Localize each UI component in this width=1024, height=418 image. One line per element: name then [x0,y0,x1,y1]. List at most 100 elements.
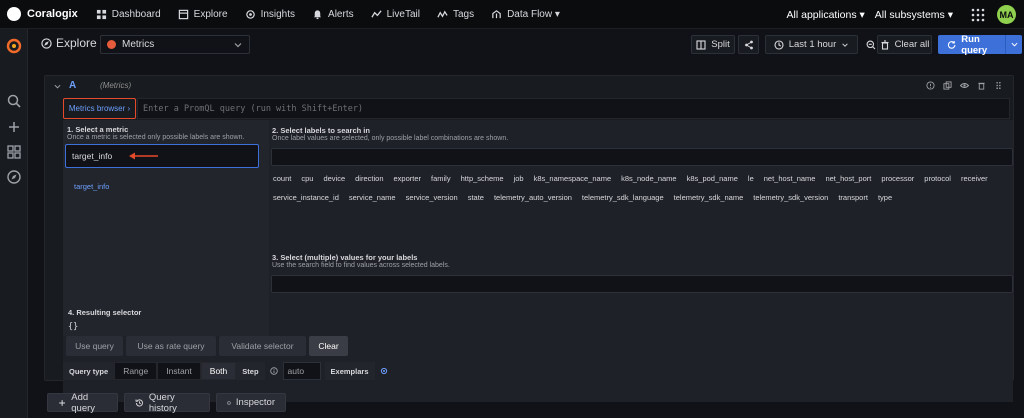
metric-column: 1. Select a metric Once a metric is sele… [63,120,269,336]
query-letter[interactable]: A [69,80,76,91]
drag-handle-icon[interactable] [994,81,1003,90]
chevron-down-icon[interactable] [54,83,61,90]
split-label: Split [711,39,730,50]
query-type-both[interactable]: Both [200,362,237,380]
label-chip[interactable]: telemetry_sdk_language [582,193,664,202]
nav-item-dashboard[interactable]: Dashboard [96,9,161,20]
labels-title: 2. Select labels to search in [272,126,370,135]
label-chip[interactable]: k8s_node_name [621,174,676,183]
datasource-icon [107,40,116,49]
query-history-button[interactable]: Query history [124,392,210,414]
label-chip[interactable]: direction [355,174,383,183]
label-chip[interactable]: processor [881,174,914,183]
split-button[interactable]: Split [691,35,735,54]
plus-icon[interactable] [6,119,22,135]
run-query-dropdown[interactable] [1005,35,1022,54]
datasource-picker[interactable]: Metrics [100,35,250,54]
label-chip[interactable]: telemetry_sdk_name [674,193,744,202]
help-icon[interactable] [926,81,935,90]
label-chip[interactable]: count [273,174,291,183]
labels-search-input[interactable] [271,148,1013,166]
use-rate-query-button[interactable]: Use as rate query [126,336,216,356]
label-chip[interactable]: service_instance_id [273,193,339,202]
label-chip[interactable]: k8s_namespace_name [534,174,612,183]
metric-list-item[interactable]: target_info [74,182,109,191]
label-chip[interactable]: exporter [394,174,422,183]
info-icon [227,400,231,405]
clear-button[interactable]: Clear [309,336,348,356]
dashboards-icon[interactable] [6,144,22,160]
label-chip[interactable]: protocol [924,174,951,183]
browser-actions: Use query Use as rate query Validate sel… [66,336,348,356]
eye-icon[interactable] [960,81,969,90]
trash-icon[interactable] [977,81,986,90]
label-chip[interactable]: net_host_name [764,174,816,183]
label-chip[interactable]: service_name [349,193,396,202]
time-range-picker[interactable]: Last 1 hour [765,35,858,54]
page-title: Explore [56,36,97,50]
grafana-logo-icon[interactable] [6,38,22,54]
label-chip[interactable]: device [323,174,345,183]
label-chip[interactable]: receiver [961,174,988,183]
applications-selector[interactable]: All applications ▾ [787,9,865,21]
compass-icon[interactable] [6,169,22,185]
label-chip[interactable]: telemetry_sdk_version [753,193,828,202]
copy-icon[interactable] [943,81,952,90]
arrow-left-icon [129,152,158,160]
subsystems-selector[interactable]: All subsystems ▾ [875,9,953,21]
info-icon[interactable] [265,362,283,380]
share-button[interactable] [738,35,759,54]
bell-icon [313,9,322,19]
label-chip[interactable]: family [431,174,451,183]
label-chip[interactable]: service_version [406,193,458,202]
nav-item-explore[interactable]: Explore [178,9,228,20]
use-query-button[interactable]: Use query [66,336,123,356]
refresh-icon [947,40,956,49]
query-type-instant[interactable]: Instant [157,362,201,380]
label-chip[interactable]: transport [838,193,868,202]
label-chip[interactable]: net_host_port [825,174,871,183]
label-chip[interactable]: http_scheme [461,174,504,183]
apps-grid-icon[interactable] [971,8,985,22]
brand[interactable]: Coralogix [7,7,78,21]
search-icon[interactable] [6,93,22,109]
nav-item-alerts[interactable]: Alerts [312,9,354,20]
label-chip[interactable]: telemetry_auto_version [494,193,572,202]
label-chip[interactable]: state [468,193,484,202]
promql-query-input[interactable]: Enter a PromQL query (run with Shift+Ent… [137,98,1010,119]
brand-name: Coralogix [27,8,78,20]
nav-item-insights[interactable]: Insights [245,9,295,20]
label-chip[interactable]: le [748,174,754,183]
values-title: 3. Select (multiple) values for your lab… [272,253,418,262]
nav-item-label: LiveTail [386,8,420,20]
metric-search-input[interactable]: target_info [65,144,259,168]
validate-selector-button[interactable]: Validate selector [219,336,306,356]
resulting-selector-title: 4. Resulting selector [68,308,142,317]
inspector-button[interactable]: Inspector [216,393,286,412]
add-query-button[interactable]: Add query [47,392,118,414]
explore-icon [41,38,52,49]
label-chip[interactable]: job [514,174,524,183]
run-query-button[interactable]: Run query [938,33,1022,56]
explore-toolbar: Explore Metrics Split Last 1 hour Clear … [28,29,1024,59]
avatar[interactable]: MA [997,5,1016,24]
nav-item-tags[interactable]: Tags [437,9,474,20]
select-metric-title: 1. Select a metric [67,125,129,134]
label-chip[interactable]: cpu [301,174,313,183]
history-icon [135,398,144,406]
clear-all-label: Clear all [894,39,930,50]
run-query-label: Run query [961,33,988,56]
step-input[interactable]: auto [282,362,321,380]
exemplars-toggle-icon[interactable] [375,362,393,380]
clear-all-button[interactable]: Clear all [877,35,932,54]
label-chip[interactable]: type [878,193,892,202]
nav-item-data-flow[interactable]: Data Flow ▾ [491,9,560,20]
trash-icon [881,39,889,50]
label-chip[interactable]: k8s_pod_name [687,174,738,183]
values-search-input[interactable] [271,275,1013,293]
nav-item-label: Dashboard [111,8,161,20]
run-query-main[interactable]: Run query [938,33,1005,56]
query-type-range[interactable]: Range [114,362,158,380]
metrics-browser-button[interactable]: Metrics browser › [63,98,136,119]
nav-item-livetail[interactable]: LiveTail [370,8,420,20]
